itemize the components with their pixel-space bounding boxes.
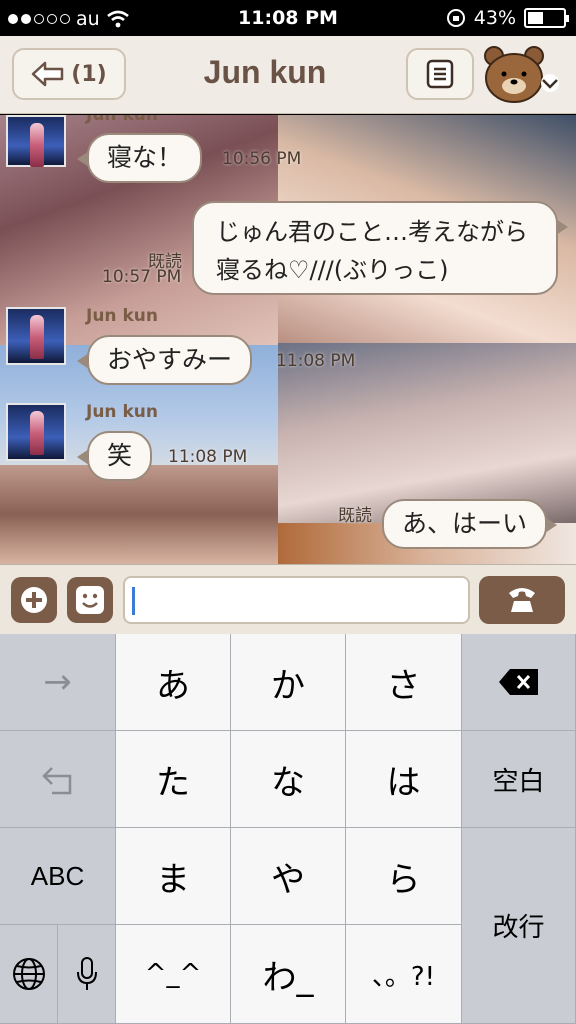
sticker-button[interactable]	[67, 577, 113, 623]
menu-list-icon	[426, 59, 454, 89]
chat-title: Jun kun	[203, 54, 327, 90]
message-bubble[interactable]: 寝な！	[76, 133, 203, 183]
message-bubble[interactable]: おやすみー	[76, 335, 253, 385]
key-sa[interactable]: さ	[346, 634, 462, 731]
key-a[interactable]: あ	[116, 634, 231, 731]
rotation-lock-icon	[446, 9, 465, 27]
key-ha[interactable]: は	[346, 731, 462, 828]
backspace-icon	[498, 669, 538, 695]
enter-key[interactable]: 改行	[462, 828, 576, 1024]
message-time: 10:57 PM	[102, 267, 182, 287]
sender-name: Jun kun	[86, 402, 158, 422]
message-time: 11:08 PM	[276, 351, 356, 371]
avatar[interactable]	[6, 307, 66, 365]
status-bar: au 11:08 PM 43%	[0, 0, 576, 36]
message-input[interactable]	[123, 576, 470, 624]
mic-key[interactable]	[58, 925, 116, 1024]
avatar[interactable]	[6, 403, 66, 461]
phone-icon	[509, 588, 535, 612]
chat-header: (1) Jun kun	[0, 36, 576, 114]
menu-button[interactable]	[406, 48, 474, 100]
globe-key[interactable]	[0, 925, 58, 1024]
unread-count: (1)	[71, 61, 107, 87]
key-ra[interactable]: ら	[346, 828, 462, 925]
key-ta[interactable]: た	[116, 731, 231, 828]
battery-percent: 43%	[473, 7, 516, 29]
message-time: 11:08 PM	[168, 447, 248, 467]
text-caret	[132, 587, 135, 615]
plus-icon	[21, 587, 47, 613]
plus-button[interactable]	[11, 577, 57, 623]
undo-icon	[41, 767, 71, 795]
smiley-icon	[76, 586, 104, 614]
chevron-down-icon[interactable]	[538, 74, 562, 92]
chat-area[interactable]: Jun kun 寝な！ 10:56 PM じゅん君のこと…考えながら寝るね♡//…	[0, 115, 576, 564]
back-button[interactable]: (1)	[12, 48, 126, 100]
globe-icon	[12, 958, 45, 990]
punctuation-key[interactable]: 、。?!	[346, 925, 462, 1024]
key-na[interactable]: な	[231, 731, 346, 828]
call-button[interactable]	[479, 576, 565, 624]
avatar[interactable]	[6, 115, 66, 167]
back-arrow-icon	[32, 61, 64, 87]
key-wa[interactable]: わ_	[231, 925, 346, 1024]
sender-name: Jun kun	[86, 306, 158, 326]
key-next-arrow[interactable]: →	[0, 634, 116, 731]
battery-icon	[524, 8, 569, 28]
read-receipt: 既読	[338, 506, 372, 526]
sender-name: Jun kun	[86, 115, 158, 125]
space-key[interactable]: 空白	[462, 731, 576, 828]
status-right: 43%	[446, 7, 569, 29]
brown-bear-avatar-icon[interactable]	[482, 42, 546, 106]
message-bubble[interactable]: じゅん君のこと…考えながら寝るね♡///(ぶりっこ)	[192, 201, 568, 295]
background-photo-5	[0, 465, 278, 564]
message-input-bar	[0, 564, 576, 634]
microphone-icon	[76, 957, 97, 990]
key-ya[interactable]: や	[231, 828, 346, 925]
key-ka[interactable]: か	[231, 634, 346, 731]
message-bubble[interactable]: あ、はーい	[382, 499, 558, 549]
message-time: 10:56 PM	[222, 149, 302, 169]
message-bubble[interactable]: 笑	[76, 431, 153, 481]
keyboard: → あ か さ た な は 空白 ABC ま や ら 改行 ^_^ わ_ 、。?…	[0, 634, 576, 1024]
undo-key[interactable]	[0, 731, 116, 828]
abc-key[interactable]: ABC	[0, 828, 116, 925]
emoticon-key[interactable]: ^_^	[116, 925, 231, 1024]
delete-key[interactable]	[462, 634, 576, 731]
key-ma[interactable]: ま	[116, 828, 231, 925]
